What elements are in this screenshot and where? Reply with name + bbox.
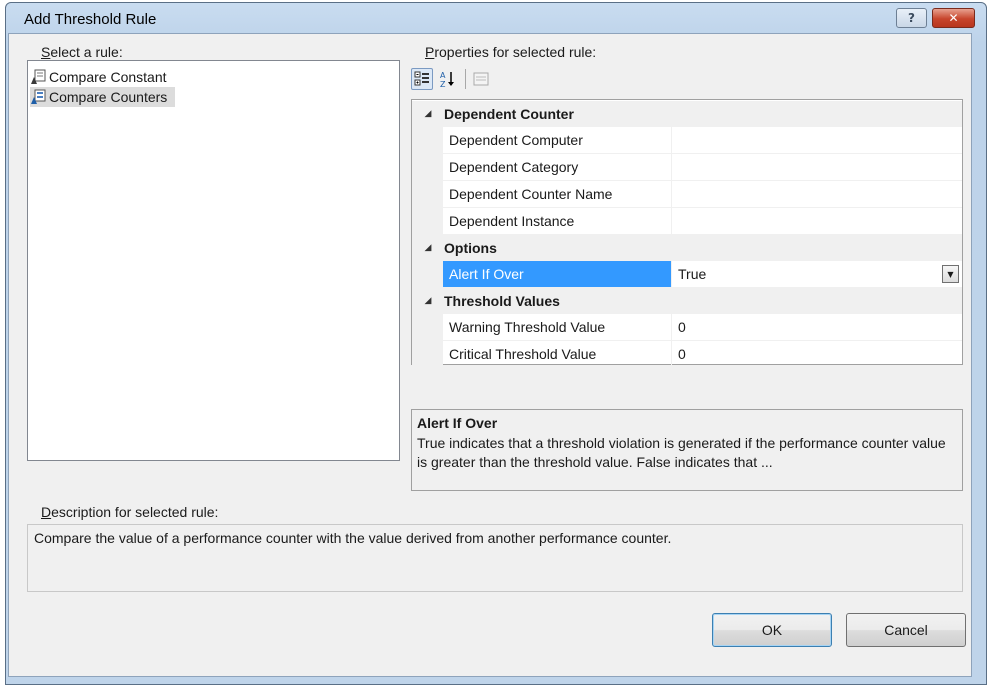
property-row-dependent-counter-name[interactable]: Dependent Counter Name bbox=[412, 181, 962, 208]
property-row-critical-threshold[interactable]: Critical Threshold Value 0 bbox=[412, 341, 962, 368]
chevron-down-icon: ▼ bbox=[947, 269, 954, 279]
property-name: Warning Threshold Value bbox=[443, 314, 672, 340]
property-name: Dependent Category bbox=[443, 154, 672, 180]
property-name: Dependent Computer bbox=[443, 127, 672, 153]
alphabetical-button[interactable]: A Z bbox=[436, 68, 458, 90]
help-title: Alert If Over bbox=[417, 415, 498, 431]
alphabetical-sort-icon: A Z bbox=[440, 71, 454, 88]
property-row-dependent-instance[interactable]: Dependent Instance bbox=[412, 208, 962, 235]
property-row-alert-if-over[interactable]: Alert If Over True ▼ bbox=[412, 261, 962, 288]
svg-text:Z: Z bbox=[440, 80, 446, 88]
rule-constant-icon bbox=[31, 69, 46, 84]
collapse-arrow-icon[interactable]: ◢ bbox=[412, 109, 444, 119]
close-button[interactable]: ✕ bbox=[932, 8, 975, 28]
property-value[interactable]: 0 bbox=[673, 341, 962, 367]
property-pages-icon bbox=[473, 72, 489, 86]
title-bar[interactable]: Add Threshold Rule ? ✕ bbox=[6, 3, 986, 37]
property-name: Dependent Counter Name bbox=[443, 181, 672, 207]
alert-if-over-select[interactable]: True ▼ bbox=[673, 261, 962, 287]
property-row-warning-threshold[interactable]: Warning Threshold Value 0 bbox=[412, 314, 962, 341]
rule-item-label: Compare Constant bbox=[49, 69, 167, 85]
property-value[interactable] bbox=[673, 154, 962, 180]
dropdown-button[interactable]: ▼ bbox=[942, 265, 959, 283]
property-value[interactable] bbox=[673, 127, 962, 153]
property-pages-button[interactable] bbox=[470, 68, 492, 90]
property-value[interactable]: 0 bbox=[673, 314, 962, 340]
rule-item-label: Compare Counters bbox=[49, 89, 168, 105]
category-options[interactable]: ◢ Options bbox=[412, 235, 962, 261]
properties-label: Properties for selected rule: bbox=[425, 44, 597, 60]
window-title: Add Threshold Rule bbox=[24, 11, 157, 28]
property-row-dependent-computer[interactable]: Dependent Computer bbox=[412, 127, 962, 154]
collapse-arrow-icon[interactable]: ◢ bbox=[412, 243, 444, 253]
property-grid-toolbar: A Z bbox=[411, 66, 495, 92]
category-dependent-counter[interactable]: ◢ Dependent Counter bbox=[412, 101, 962, 127]
rule-item-compare-counters[interactable]: Compare Counters bbox=[30, 87, 176, 107]
toolbar-separator bbox=[465, 69, 466, 89]
categorized-button[interactable] bbox=[411, 68, 433, 90]
ok-button[interactable]: OK bbox=[712, 613, 832, 647]
cancel-button[interactable]: Cancel bbox=[846, 613, 966, 647]
help-description: True indicates that a threshold violatio… bbox=[417, 435, 946, 470]
close-icon: ✕ bbox=[948, 11, 959, 25]
select-rule-label: Select a rule: bbox=[41, 44, 123, 60]
rule-counters-icon bbox=[31, 89, 46, 104]
property-value[interactable] bbox=[673, 208, 962, 234]
property-name: Alert If Over bbox=[443, 261, 672, 287]
rule-item-compare-constant[interactable]: Compare Constant bbox=[30, 67, 175, 87]
property-value[interactable] bbox=[673, 181, 962, 207]
categorized-view-icon bbox=[414, 71, 429, 86]
help-button[interactable]: ? bbox=[896, 8, 927, 28]
property-help-panel: Alert If Over True indicates that a thre… bbox=[411, 409, 963, 491]
category-threshold-values[interactable]: ◢ Threshold Values bbox=[412, 288, 962, 314]
description-label: Description for selected rule: bbox=[41, 504, 219, 520]
property-row-dependent-category[interactable]: Dependent Category bbox=[412, 154, 962, 181]
svg-text:A: A bbox=[440, 71, 446, 80]
rule-list[interactable]: Compare Constant Compare Counters bbox=[27, 60, 400, 461]
property-grid: ◢ Dependent Counter Dependent Computer D… bbox=[411, 99, 963, 368]
property-name: Critical Threshold Value bbox=[443, 341, 672, 367]
description-text: Compare the value of a performance count… bbox=[27, 524, 963, 592]
property-name: Dependent Instance bbox=[443, 208, 672, 234]
collapse-arrow-icon[interactable]: ◢ bbox=[412, 296, 444, 306]
property-value: True bbox=[678, 266, 707, 282]
help-icon: ? bbox=[908, 11, 915, 25]
